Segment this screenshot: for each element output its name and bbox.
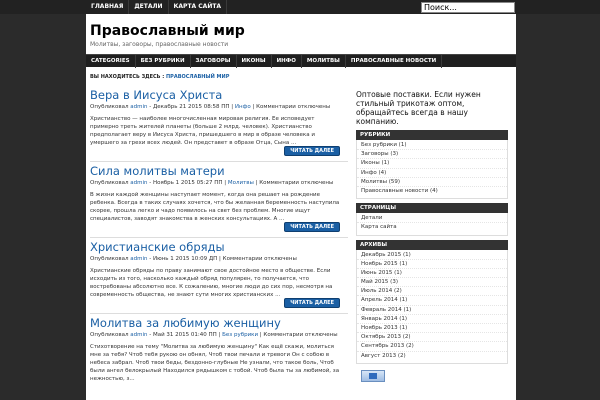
post-date: Май 31 2015 01:40 ПП [152,332,217,338]
widget-list: Декабрь 2015 (1) Ноябрь 2015 (1) Июнь 20… [356,249,508,364]
post-excerpt: Стихотворение на тему "Молитва за любиму… [90,344,340,382]
archive-link[interactable]: Июль 2014 (2) [357,287,507,297]
post-title[interactable]: Молитва за любимую женщину [90,316,348,330]
archive-link[interactable]: Октябрь 2013 (2) [357,333,507,343]
page-wrapper: Православный мир Молитвы, заговоры, прав… [86,14,516,400]
post-item: Христианские обряды Опубликовал admin - … [90,240,348,314]
site-description: Молитвы, заговоры, православные новости [90,41,229,48]
archive-link[interactable]: Ноябрь 2013 (1) [357,324,507,334]
post-comments: Комментарии отключены [222,256,297,262]
post-author-link[interactable]: admin [130,332,147,338]
meta-prefix: Опубликовал [90,180,129,186]
breadcrumb: ВЫ НАХОДИТЕСЬ ЗДЕСЬ : ПРАВОСЛАВНЫЙ МИР [90,74,229,80]
archive-link[interactable]: Август 2013 (2) [357,352,507,361]
archive-link[interactable]: Декабрь 2015 (1) [357,251,507,260]
post-excerpt: В жизни каждой женщины наступает момент,… [90,192,340,222]
top-nav-home[interactable]: ГЛАВНАЯ [86,0,130,14]
top-nav-sitemap[interactable]: КАРТА САЙТА [169,0,228,14]
post-author-link[interactable]: admin [130,256,147,262]
widget-title: СТРАНИЦЫ [356,203,508,214]
meta-prefix: Опубликовал [90,256,129,262]
cat-nav-uncategorized[interactable]: БЕЗ РУБРИКИ [136,55,191,68]
search-input[interactable] [421,2,515,13]
top-bar: ГЛАВНАЯ ДЕТАЛИ КАРТА САЙТА [0,0,600,14]
post-item: Вера в Иисуса Христа Опубликовал admin -… [90,88,348,162]
widget-archives: АРХИВЫ Декабрь 2015 (1) Ноябрь 2015 (1) … [356,239,508,364]
category-link[interactable]: Без рубрики (1) [357,141,507,151]
archive-link[interactable]: Май 2015 (3) [357,278,507,288]
page-link[interactable]: Карта сайта [357,223,507,232]
category-link[interactable]: Православные новости (4) [357,187,507,196]
widget-list: Без рубрики (1) Заговоры (3) Иконы (1) И… [356,140,508,200]
post-date: Ноябрь 1 2015 05:27 ПП [152,180,223,186]
archive-link[interactable]: Сентябрь 2013 (2) [357,342,507,352]
post-item: Молитва за любимую женщину Опубликовал a… [90,316,348,390]
cat-nav-spells[interactable]: ЗАГОВОРЫ [191,55,237,68]
post-author-link[interactable]: admin [130,180,147,186]
post-comments: Комментарии отключены [256,104,331,110]
post-meta: Опубликовал admin - Июнь 1 2015 10:09 ДП… [90,256,297,262]
counter-icon[interactable] [361,369,385,382]
widget-list: Детали Карта сайта [356,213,508,236]
post-comments: Комментарии отключены [259,180,334,186]
read-more-button[interactable]: ЧИТАТЬ ДАЛЕЕ [284,222,340,232]
cat-nav-prayers[interactable]: МОЛИТВЫ [302,55,346,68]
top-nav-details[interactable]: ДЕТАЛИ [129,0,169,14]
breadcrumb-label: ВЫ НАХОДИТЕСЬ ЗДЕСЬ : [90,74,165,80]
archive-link[interactable]: Июнь 2015 (1) [357,269,507,279]
cat-nav-orthodox-news[interactable]: ПРАВОСЛАВНЫЕ НОВОСТИ [346,55,443,68]
widget-categories: РУБРИКИ Без рубрики (1) Заговоры (3) Ико… [356,130,508,200]
category-nav: CATEGORIES БЕЗ РУБРИКИ ЗАГОВОРЫ ИКОНЫ ИН… [86,54,516,68]
sidebar: Оптовые поставки. Если нужен стильный тр… [356,90,508,382]
category-link[interactable]: Заговоры (3) [357,150,507,160]
post-author-link[interactable]: admin [130,104,147,110]
widget-pages: СТРАНИЦЫ Детали Карта сайта [356,203,508,236]
archive-link[interactable]: Февраль 2014 (1) [357,306,507,315]
meta-prefix: Опубликовал [90,332,129,338]
post-meta: Опубликовал admin - Май 31 2015 01:40 ПП… [90,332,338,338]
post-title[interactable]: Вера в Иисуса Христа [90,88,348,102]
post-meta: Опубликовал admin - Декабрь 21 2015 08:5… [90,104,331,110]
archive-link[interactable]: Апрель 2014 (1) [357,296,507,306]
post-category-link[interactable]: Без рубрики [222,332,258,338]
widget-title: РУБРИКИ [356,130,508,140]
archive-link[interactable]: Ноябрь 2015 (1) [357,260,507,269]
post-excerpt: Христианские обряды по праву занимают св… [90,268,333,298]
read-more-button[interactable]: ЧИТАТЬ ДАЛЕЕ [284,146,340,156]
archive-link[interactable]: Январь 2014 (1) [357,315,507,324]
widget-title: АРХИВЫ [356,239,508,250]
cat-nav-info[interactable]: ИНФО [272,55,302,68]
post-meta: Опубликовал admin - Ноябрь 1 2015 05:27 … [90,180,334,186]
post-list: Вера в Иисуса Христа Опубликовал admin -… [90,88,348,392]
post-title[interactable]: Сила молитвы матери [90,164,348,178]
post-item: Сила молитвы матери Опубликовал admin - … [90,164,348,238]
site-title[interactable]: Православный мир [90,23,245,39]
sidebar-ad[interactable]: Оптовые поставки. Если нужен стильный тр… [356,90,508,126]
post-comments: Комментарии отключены [263,332,338,338]
cat-nav-icons[interactable]: ИКОНЫ [237,55,272,68]
page-link[interactable]: Детали [357,214,507,224]
post-title[interactable]: Христианские обряды [90,240,348,254]
meta-prefix: Опубликовал [90,104,129,110]
category-link[interactable]: Молитвы (59) [357,178,507,187]
category-link[interactable]: Инфо (4) [357,169,507,178]
post-category-link[interactable]: Молитвы [228,180,254,186]
breadcrumb-current[interactable]: ПРАВОСЛАВНЫЙ МИР [166,74,229,80]
cat-nav-categories[interactable]: CATEGORIES [86,55,136,68]
post-date: Декабрь 21 2015 08:58 ПП [152,104,230,110]
read-more-button[interactable]: ЧИТАТЬ ДАЛЕЕ [284,298,340,308]
top-nav: ГЛАВНАЯ ДЕТАЛИ КАРТА САЙТА [86,0,228,14]
post-date: Июнь 1 2015 10:09 ДП [152,256,218,262]
category-link[interactable]: Иконы (1) [357,159,507,169]
post-category-link[interactable]: Инфо [235,104,251,110]
post-excerpt: Христианство — наиболее многочисленная м… [90,116,315,146]
